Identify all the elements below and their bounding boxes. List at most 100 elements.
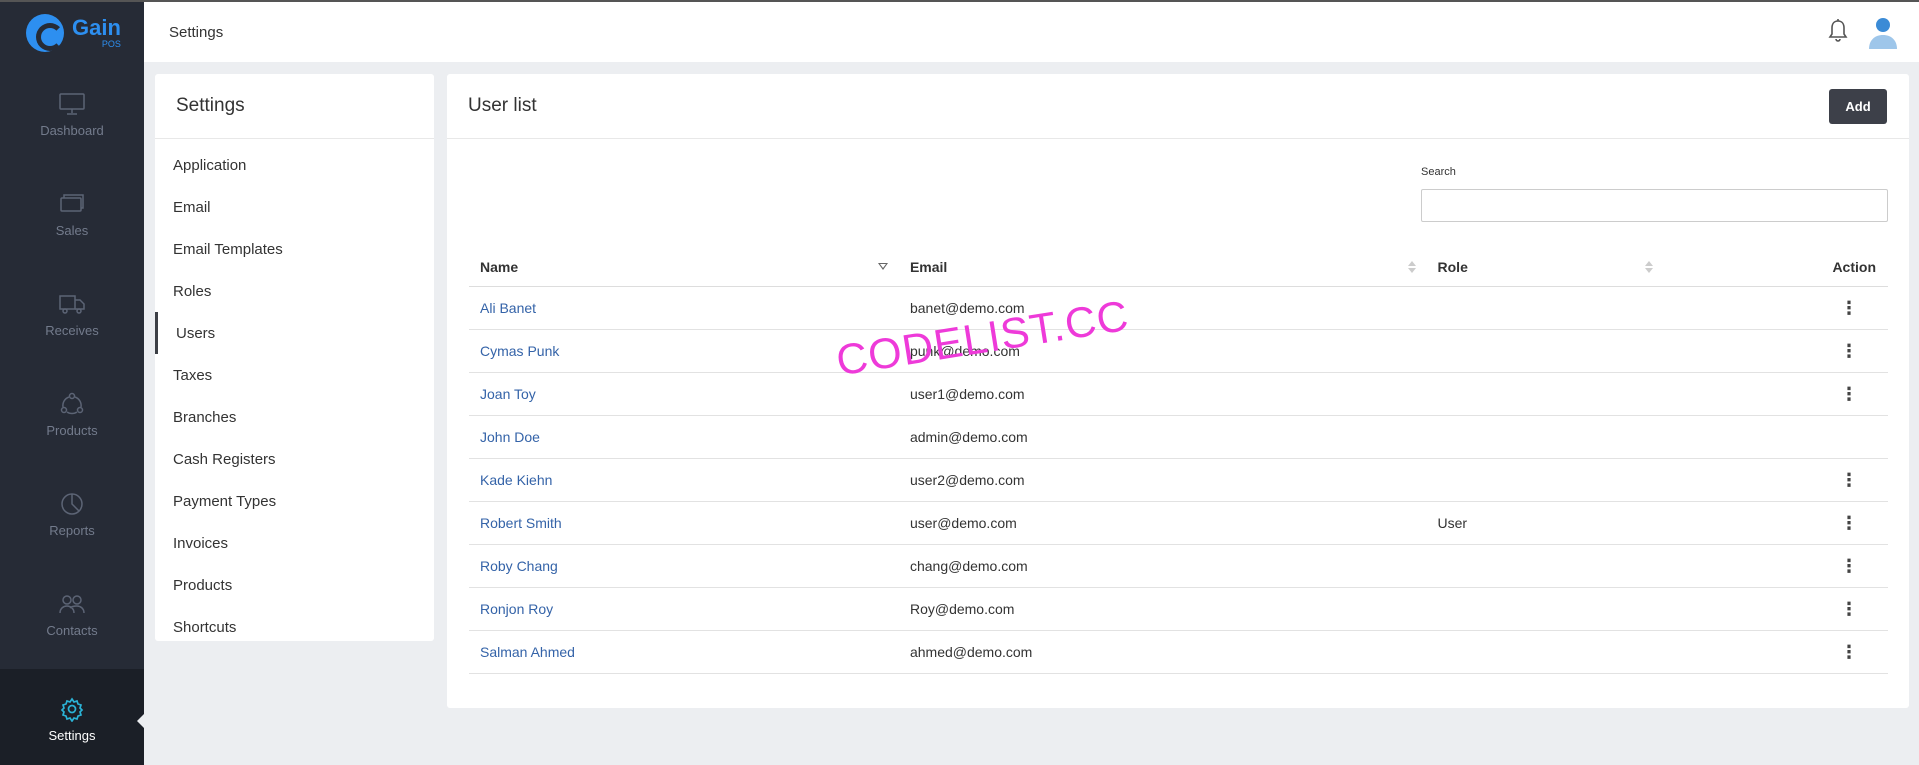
settings-item-email[interactable]: Email [155, 186, 434, 228]
table-row: Robert Smith user@demo.com User ⋮ [469, 501, 1888, 545]
table-row: Cymas Punk punk@demo.com ⋮ [469, 329, 1888, 373]
search-input[interactable] [1421, 189, 1888, 222]
settings-item-taxes[interactable]: Taxes [155, 354, 434, 396]
column-header-name[interactable]: Name [469, 248, 899, 287]
table-header-row: Name Email Role Action [469, 248, 1888, 287]
settings-item-branches[interactable]: Branches [155, 396, 434, 438]
user-role [1426, 415, 1665, 459]
settings-panel: Settings Application Email Email Templat… [155, 74, 434, 641]
more-actions-icon[interactable]: ⋮ [1840, 299, 1858, 317]
sort-icon [1645, 261, 1654, 273]
nav-label: Dashboard [40, 122, 104, 138]
users-table: Name Email Role Action Ali Banet banet@d… [469, 248, 1888, 674]
user-role [1426, 286, 1665, 330]
settings-menu: Application Email Email Templates Roles … [155, 139, 434, 648]
truck-icon [59, 294, 85, 314]
user-role [1426, 372, 1665, 416]
nav-label: Contacts [46, 622, 98, 638]
sidebar: Gain POS Dashboard Sales Receives Produc… [0, 0, 145, 765]
nav-reports[interactable]: Reports [0, 464, 144, 564]
table-row: John Doe admin@demo.com [469, 415, 1888, 459]
user-role: User [1426, 501, 1665, 545]
settings-title: Settings [155, 74, 434, 139]
pie-chart-icon [61, 492, 83, 515]
more-actions-icon[interactable]: ⋮ [1840, 643, 1858, 661]
nav-settings[interactable]: Settings [0, 669, 145, 765]
user-list-header: User list Add [447, 74, 1909, 139]
add-user-button[interactable]: Add [1829, 89, 1887, 124]
user-email: user@demo.com [898, 501, 1427, 545]
user-list-card: User list Add Search Name Email Role Act… [447, 74, 1909, 708]
user-list-title: User list [468, 95, 537, 116]
more-actions-icon[interactable]: ⋮ [1840, 514, 1858, 532]
user-name-link[interactable]: John Doe [469, 415, 899, 459]
user-role [1426, 329, 1665, 373]
cards-icon [60, 193, 84, 212]
more-actions-icon[interactable]: ⋮ [1840, 557, 1858, 575]
bell-icon[interactable] [1827, 18, 1849, 44]
column-header-role[interactable]: Role [1426, 248, 1665, 287]
monitor-icon [59, 92, 85, 115]
column-header-email[interactable]: Email [898, 248, 1427, 287]
table-row: Joan Toy user1@demo.com ⋮ [469, 372, 1888, 416]
active-pointer [137, 713, 145, 729]
user-email: admin@demo.com [898, 415, 1427, 459]
top-bar: Settings [144, 0, 1919, 62]
column-label: Email [909, 258, 948, 275]
users-icon [59, 594, 85, 613]
nav-contacts[interactable]: Contacts [0, 564, 144, 664]
settings-item-application[interactable]: Application [155, 144, 434, 186]
column-label: Role [1437, 258, 1468, 275]
more-actions-icon[interactable]: ⋮ [1840, 342, 1858, 360]
settings-item-cash-registers[interactable]: Cash Registers [155, 438, 434, 480]
nav-sales[interactable]: Sales [0, 164, 144, 264]
user-name-link[interactable]: Joan Toy [469, 372, 899, 416]
user-role [1426, 544, 1665, 588]
gear-icon [60, 696, 84, 722]
nav-products[interactable]: Products [0, 364, 144, 464]
table-row: Kade Kiehn user2@demo.com ⋮ [469, 458, 1888, 502]
user-name-link[interactable]: Robert Smith [469, 501, 899, 545]
settings-item-roles[interactable]: Roles [155, 270, 434, 312]
nav-label: Receives [45, 322, 99, 338]
user-role [1426, 587, 1665, 631]
settings-item-users[interactable]: Users [155, 312, 434, 354]
column-label: Action [1832, 258, 1876, 275]
user-role [1426, 630, 1665, 674]
settings-item-shortcuts[interactable]: Shortcuts [155, 606, 434, 648]
more-actions-icon[interactable]: ⋮ [1840, 600, 1858, 618]
nav-label: Sales [55, 222, 89, 238]
user-name-link[interactable]: Ali Banet [469, 286, 899, 330]
app-name: Gain [72, 15, 121, 40]
user-name-link[interactable]: Kade Kiehn [469, 458, 899, 502]
settings-item-payment-types[interactable]: Payment Types [155, 480, 434, 522]
app-subtitle: POS [101, 39, 121, 49]
sort-icon [1407, 261, 1416, 273]
logo-icon [26, 14, 64, 52]
user-email: user2@demo.com [898, 458, 1427, 502]
more-actions-icon[interactable]: ⋮ [1840, 471, 1858, 489]
nav-label: Settings [48, 727, 96, 743]
table-row: Ali Banet banet@demo.com ⋮ [469, 286, 1888, 330]
table-row: Salman Ahmed ahmed@demo.com ⋮ [469, 630, 1888, 674]
nav-dashboard[interactable]: Dashboard [0, 64, 144, 164]
user-email: user1@demo.com [898, 372, 1427, 416]
settings-item-invoices[interactable]: Invoices [155, 522, 434, 564]
user-name-link[interactable]: Roby Chang [469, 544, 899, 588]
sort-desc-icon [877, 263, 888, 270]
user-email: ahmed@demo.com [898, 630, 1427, 674]
nav-label: Reports [49, 522, 95, 538]
settings-item-products[interactable]: Products [155, 564, 434, 606]
nav-receives[interactable]: Receives [0, 264, 144, 364]
user-name-link[interactable]: Salman Ahmed [469, 630, 899, 674]
nav-label: Products [46, 422, 98, 438]
user-email: banet@demo.com [898, 286, 1427, 330]
app-logo[interactable]: Gain POS [0, 2, 144, 64]
avatar-icon[interactable] [1867, 16, 1899, 50]
more-actions-icon[interactable]: ⋮ [1840, 385, 1858, 403]
user-role [1426, 458, 1665, 502]
column-header-action: Action [1664, 248, 1888, 287]
user-name-link[interactable]: Ronjon Roy [469, 587, 899, 631]
user-name-link[interactable]: Cymas Punk [469, 329, 899, 373]
settings-item-email-templates[interactable]: Email Templates [155, 228, 434, 270]
